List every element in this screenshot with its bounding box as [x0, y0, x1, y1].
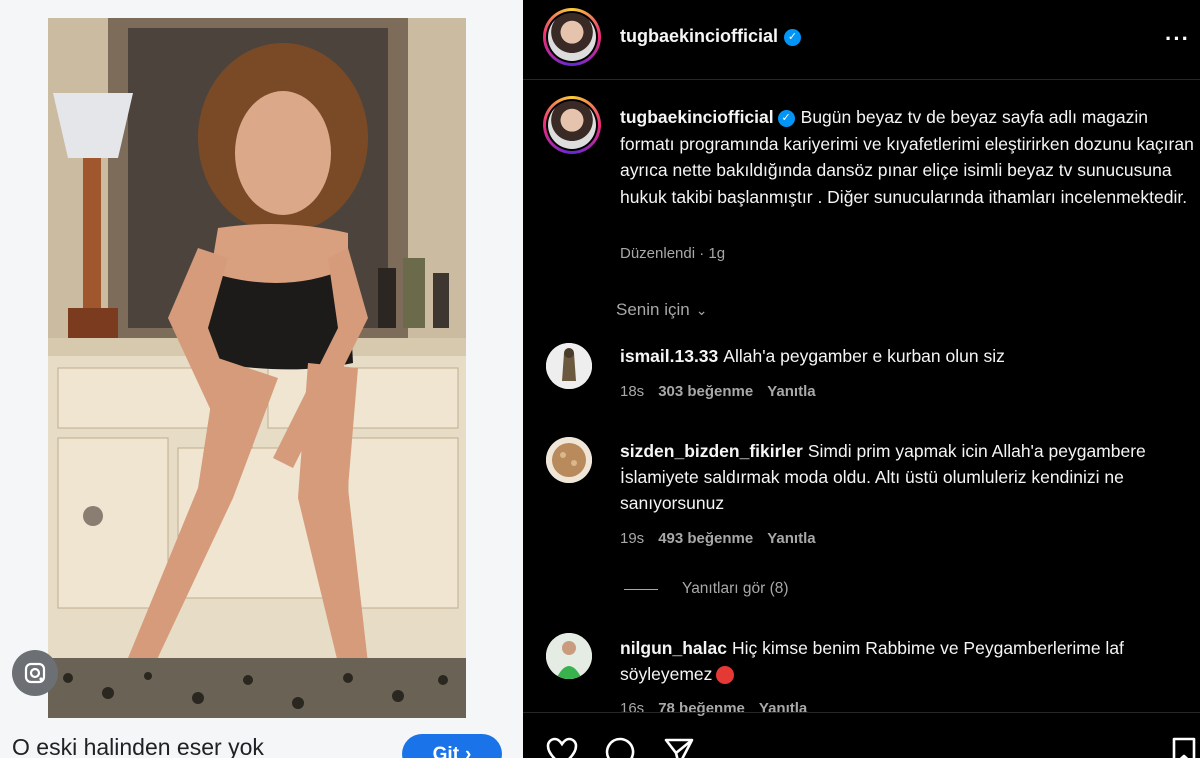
header-username[interactable]: tugbaekinciofficial ✓ — [620, 26, 802, 47]
go-button-label: Git — [432, 744, 460, 758]
heart-icon[interactable] — [546, 737, 578, 758]
comment-likes[interactable]: 493 beğenme — [658, 530, 753, 547]
edited-label: Düzenlendi · 1g — [620, 245, 726, 262]
comment-item: sizden_bizden_fikirler Simdi prim yapmak … — [620, 438, 1195, 516]
go-button[interactable]: Git › — [402, 734, 502, 758]
comment-username[interactable]: sizden_bizden_fikirler — [620, 441, 803, 461]
instagram-post-panel: tugbaekinciofficial ✓ ··· tugbaekincioffi… — [523, 0, 1200, 758]
for-you-label: Senin için — [616, 300, 690, 319]
comment-avatar[interactable] — [546, 343, 592, 389]
author-avatar[interactable] — [543, 8, 601, 66]
comment-avatar[interactable] — [546, 437, 592, 483]
view-replies-label: Yanıtları gör (8) — [682, 580, 789, 597]
comment-meta: 18s 303 beğenme Yanıtla — [620, 383, 830, 400]
comment-item: ismail.13.33 Allah'a peygamber e kurban o… — [620, 343, 1195, 369]
header-username-text: tugbaekinciofficial — [620, 26, 779, 46]
caption-username[interactable]: tugbaekinciofficial — [620, 107, 774, 127]
comment-time: 18s — [620, 383, 645, 400]
more-horizontal-icon[interactable]: ··· — [1165, 26, 1190, 52]
share-icon[interactable] — [663, 737, 695, 758]
reply-button[interactable]: Yanıtla — [767, 530, 815, 547]
comment-item: nilgun_halac Hiç kimse benim Rabbime ve P… — [620, 635, 1195, 687]
post-action-bar — [523, 712, 1200, 758]
google-lens-button[interactable] — [12, 650, 58, 696]
caption-meta: Düzenlendi · 1g — [620, 245, 739, 262]
result-image[interactable] — [48, 18, 466, 718]
verified-badge-icon: ✓ — [784, 28, 802, 46]
verified-badge-icon: ✓ — [777, 109, 795, 127]
view-replies-button[interactable]: Yanıtları gör (8) — [624, 580, 789, 598]
angry-devil-emoji-icon — [716, 666, 735, 685]
reply-button[interactable]: Yanıtla — [767, 383, 815, 400]
post-caption: tugbaekinciofficial ✓ Bugün beyaz tv de be… — [620, 104, 1200, 210]
comment-likes[interactable]: 303 beğenme — [658, 383, 753, 400]
post-header: tugbaekinciofficial ✓ ··· — [523, 0, 1200, 80]
comment-sort-dropdown[interactable]: Senin için ⌄ — [616, 300, 707, 320]
search-result-card: O eski halinden eser yok Git › — [0, 0, 523, 758]
comment-meta: 19s 493 beğenme Yanıtla — [620, 530, 830, 547]
comment-username[interactable]: ismail.13.33 — [620, 346, 718, 366]
bookmark-icon[interactable] — [1171, 737, 1197, 758]
result-caption[interactable]: O eski halinden eser yok — [12, 734, 264, 758]
caption-avatar[interactable] — [543, 96, 601, 154]
photo-illustration — [48, 18, 466, 718]
comment-icon[interactable] — [604, 737, 636, 758]
comment-username[interactable]: nilgun_halac — [620, 638, 727, 658]
chevron-right-icon: › — [465, 744, 472, 758]
comment-text: Allah'a peygamber e kurban olun siz — [723, 346, 1005, 366]
google-lens-icon — [24, 662, 46, 684]
divider-line — [624, 588, 658, 590]
chevron-down-icon: ⌄ — [695, 302, 708, 318]
comment-avatar[interactable] — [546, 633, 592, 679]
comment-time: 19s — [620, 530, 645, 547]
